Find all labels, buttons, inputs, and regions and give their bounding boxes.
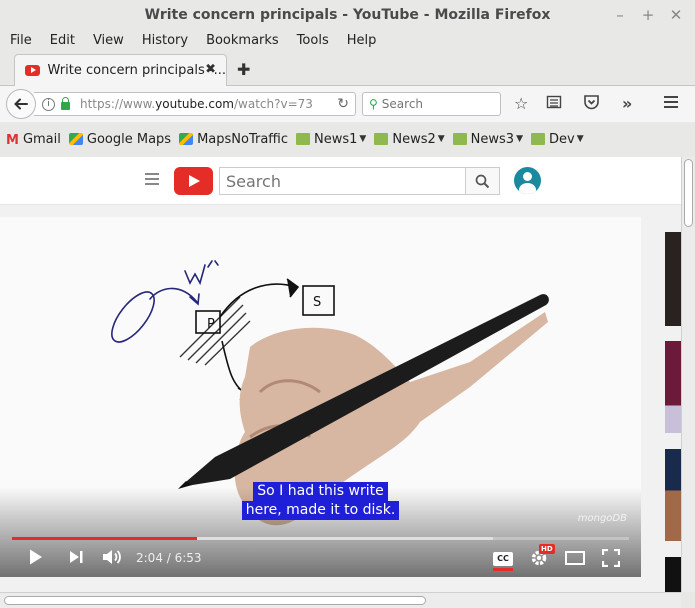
bookmark-label: Dev: [549, 131, 575, 147]
play-icon[interactable]: [28, 548, 44, 570]
vertical-scrollbar[interactable]: [681, 157, 695, 592]
bookmark-folder-dev[interactable]: Dev ▼: [531, 132, 584, 147]
bookmark-label: Google Maps: [86, 131, 172, 147]
dropdown-caret-icon: ▼: [359, 134, 367, 144]
search-icon: [475, 174, 490, 188]
youtube-search-button[interactable]: [466, 167, 500, 195]
back-button[interactable]: [6, 89, 36, 119]
pocket-icon[interactable]: [583, 94, 600, 114]
reload-icon[interactable]: ↻: [337, 96, 349, 112]
menu-bookmarks[interactable]: Bookmarks: [206, 33, 279, 48]
hd-badge: HD: [539, 544, 555, 554]
menu-tools[interactable]: Tools: [297, 33, 329, 48]
gmail-icon: M: [6, 133, 19, 148]
new-tab-icon[interactable]: ✚: [237, 60, 250, 79]
youtube-search-input[interactable]: [219, 167, 466, 195]
overflow-chevron-icon[interactable]: »: [622, 94, 632, 113]
bookmark-label: News1: [314, 131, 358, 147]
youtube-favicon-icon: [25, 65, 40, 76]
video-player[interactable]: P S S mongoDB So I had this write here, …: [0, 217, 641, 577]
bookmark-google-maps[interactable]: Google Maps: [68, 131, 172, 147]
url-text[interactable]: https://www.youtube.com/watch?v=73: [80, 97, 314, 111]
bookmark-mapsnotraffic[interactable]: MapsNoTraffic: [179, 132, 288, 147]
scroll-thumb[interactable]: [684, 159, 693, 227]
bookmark-label: News2: [392, 131, 436, 147]
menu-edit[interactable]: Edit: [50, 33, 75, 48]
menu-history[interactable]: History: [142, 33, 188, 48]
lock-icon[interactable]: [61, 97, 70, 110]
search-engine-icon[interactable]: ⚲: [369, 97, 378, 111]
bookmark-label: Gmail: [22, 131, 61, 147]
menu-view[interactable]: View: [93, 33, 124, 48]
maps-icon: [68, 133, 83, 145]
folder-icon: [296, 133, 311, 145]
menu-bar: File Edit View History Bookmarks Tools H…: [0, 30, 695, 50]
close-window-icon[interactable]: ✕: [669, 6, 683, 24]
subtitles-cc-icon[interactable]: CC: [493, 550, 513, 571]
related-video-thumbnail[interactable]: [665, 449, 681, 541]
dropdown-caret-icon: ▼: [516, 134, 523, 144]
page-viewport: P S S mongoDB So I had this write here, …: [0, 157, 681, 592]
cc-active-indicator: [493, 568, 513, 571]
drawing-label-s1: S: [313, 295, 321, 310]
related-video-thumbnail[interactable]: [665, 232, 681, 326]
related-video-thumbnail[interactable]: [665, 557, 681, 592]
window-titlebar: Write concern principals - YouTube - Moz…: [0, 0, 695, 30]
next-icon[interactable]: [68, 550, 84, 568]
captions: So I had this write here, made it to dis…: [0, 482, 641, 520]
reading-list-icon[interactable]: [546, 94, 562, 114]
guide-menu-icon[interactable]: [145, 173, 159, 188]
cc-label: CC: [493, 552, 513, 566]
bookmark-folder-news2[interactable]: News2 ▼: [374, 131, 445, 147]
navigation-bar: i https://www.youtube.com/watch?v=73 ↻ ⚲…: [0, 86, 695, 122]
volume-icon[interactable]: [102, 548, 124, 570]
theater-mode-icon[interactable]: [565, 551, 585, 569]
bookmark-label: News3: [470, 131, 515, 147]
bookmark-label: MapsNoTraffic: [197, 131, 289, 147]
maximize-icon[interactable]: +: [641, 6, 655, 24]
time-display: 2:04 / 6:53: [136, 551, 202, 565]
browser-search-bar[interactable]: ⚲: [362, 92, 501, 116]
minimize-icon[interactable]: –: [613, 6, 627, 24]
bookmark-folder-news3[interactable]: News3 ▼: [452, 131, 523, 147]
menu-help[interactable]: Help: [347, 33, 377, 48]
settings-gear-icon[interactable]: HD: [529, 544, 555, 571]
progress-bar[interactable]: [12, 537, 629, 540]
caption-line-1: So I had this write: [253, 482, 388, 501]
bookmark-folder-news1[interactable]: News1 ▼: [296, 132, 366, 147]
bookmark-star-icon[interactable]: ☆: [514, 94, 528, 113]
folder-icon: [452, 133, 467, 145]
url-bar[interactable]: i https://www.youtube.com/watch?v=73 ↻: [34, 92, 356, 116]
maps-icon: [179, 133, 194, 145]
tab-close-icon[interactable]: ✖: [205, 62, 216, 77]
window-title: Write concern principals - YouTube - Moz…: [144, 7, 551, 23]
bookmarks-toolbar: M Gmail Google Maps MapsNoTraffic News1 …: [0, 128, 695, 150]
hamburger-menu-icon[interactable]: [663, 94, 679, 113]
bookmark-gmail[interactable]: M Gmail: [6, 131, 61, 149]
dropdown-caret-icon: ▼: [437, 134, 445, 144]
tab-strip: Write concern principals -... ✖ ✚: [0, 52, 695, 86]
tab-youtube[interactable]: Write concern principals -... ✖: [14, 54, 227, 86]
avatar[interactable]: [514, 167, 541, 194]
youtube-masthead: [0, 157, 681, 205]
caption-line-2: here, made it to disk.: [241, 501, 400, 520]
browser-search-input[interactable]: [381, 97, 482, 111]
window-controls: – + ✕: [613, 6, 683, 24]
folder-icon: [374, 133, 389, 145]
horizontal-scrollbar[interactable]: [0, 592, 681, 608]
scroll-thumb[interactable]: [4, 596, 426, 605]
dropdown-caret-icon: ▼: [576, 134, 584, 144]
progress-played: [12, 537, 198, 540]
related-video-thumbnail[interactable]: [665, 341, 681, 433]
folder-icon: [531, 133, 545, 145]
menu-file[interactable]: File: [10, 33, 32, 48]
info-icon[interactable]: i: [42, 97, 55, 111]
youtube-logo[interactable]: [174, 167, 213, 195]
back-arrow-icon: [14, 98, 28, 110]
tab-label: Write concern principals -...: [47, 63, 226, 78]
drawing-label-p: P: [207, 317, 215, 332]
fullscreen-icon[interactable]: [601, 548, 621, 571]
